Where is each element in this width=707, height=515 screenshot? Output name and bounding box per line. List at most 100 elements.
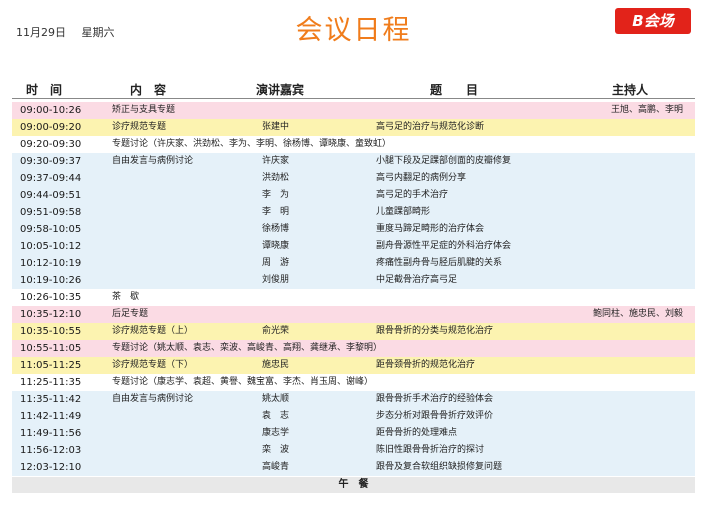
row-time: 12:03-12:10 bbox=[20, 462, 82, 473]
table-row: 12:03-12:10 高峻青 跟骨及复合软组织缺损修复问题 bbox=[12, 459, 695, 476]
row-subject: 疼痛性副舟骨与胫后肌腱的关系 bbox=[376, 258, 503, 268]
row-time: 11:35-11:42 bbox=[20, 394, 82, 405]
table-row: 11:25-11:35 专题讨论（康志学、袁超、黄譽、魏宝富、李杰、肖玉周、谢峰） bbox=[12, 374, 695, 391]
row-time: 10:35-10:55 bbox=[20, 326, 82, 337]
row-time: 09:00-10:26 bbox=[20, 105, 82, 116]
table-row: 11:35-11:42 自由发言与病例讨论 姚太顺 跟骨骨折手术治疗的经验体会 bbox=[12, 391, 695, 408]
lunch-bar: 午 餐 bbox=[12, 477, 695, 493]
table-row: 09:58-10:05 徐杨博 重度马蹄足畸形的治疗体会 bbox=[12, 221, 695, 238]
table-row: 10:05-10:12 谭晓康 副舟骨源性平足症的外科治疗体会 bbox=[12, 238, 695, 255]
table-row: 11:49-11:56 康志学 距骨骨折的处理难点 bbox=[12, 425, 695, 442]
table-row: 09:37-09:44 洪劲松 高弓内翻足的病例分享 bbox=[12, 170, 695, 187]
row-topic: 诊疗规范专题（上） bbox=[112, 326, 194, 336]
table-row: 10:12-10:19 周 游 疼痛性副舟骨与胫后肌腱的关系 bbox=[12, 255, 695, 272]
row-time: 09:58-10:05 bbox=[20, 224, 82, 235]
row-time: 09:37-09:44 bbox=[20, 173, 82, 184]
row-topic: 自由发言与病例讨论 bbox=[112, 394, 194, 404]
row-time: 11:05-11:25 bbox=[20, 360, 82, 371]
row-speaker: 袁 志 bbox=[262, 411, 290, 421]
row-subject: 高弓足的治疗与规范化诊断 bbox=[376, 122, 485, 132]
row-subject: 跟骨及复合软组织缺损修复问题 bbox=[376, 462, 503, 472]
table-header: 时 间 内 容 演讲嘉宾 题 目 主持人 bbox=[12, 81, 695, 98]
table-row: 10:55-11:05 专题讨论（姚太顺、袁志、栾波、高峻青、高翔、龚继承、李黎明… bbox=[12, 340, 695, 357]
row-time: 10:05-10:12 bbox=[20, 241, 82, 252]
column-header-subject: 题 目 bbox=[430, 83, 479, 97]
column-header-host: 主持人 bbox=[612, 83, 649, 97]
table-row: 11:05-11:25 诊疗规范专题（下） 施忠民 距骨颈骨折的规范化治疗 bbox=[12, 357, 695, 374]
header-divider-top bbox=[12, 98, 695, 99]
row-speaker: 高峻青 bbox=[262, 462, 290, 472]
row-time: 11:56-12:03 bbox=[20, 445, 82, 456]
row-topic: 诊疗规范专题（下） bbox=[112, 360, 194, 370]
row-time: 09:44-09:51 bbox=[20, 190, 82, 201]
table-row: 10:26-10:35 茶 歇 bbox=[12, 289, 695, 306]
column-header-topic: 内 容 bbox=[130, 83, 167, 97]
page-title: 会议日程 bbox=[295, 15, 412, 46]
row-host: 鲍同柱、施忠民、刘毅 bbox=[592, 309, 683, 319]
row-speaker: 康志学 bbox=[262, 428, 290, 438]
row-speaker: 徐杨博 bbox=[262, 224, 290, 234]
row-topic: 矫正与支具专题 bbox=[112, 105, 176, 115]
row-speaker: 姚太顺 bbox=[262, 394, 290, 404]
row-subject: 中足截骨治疗高弓足 bbox=[376, 275, 458, 285]
row-time: 09:20-09:30 bbox=[20, 139, 82, 150]
venue-badge: B会场 bbox=[615, 8, 691, 34]
row-subject: 步态分析对跟骨骨折疗效评价 bbox=[376, 411, 494, 421]
table-row: 10:35-10:55 诊疗规范专题（上） 俞光荣 跟骨骨折的分类与规范化治疗 bbox=[12, 323, 695, 340]
table-row: 09:51-09:58 李 明 儿童踝部畸形 bbox=[12, 204, 695, 221]
table-row: 09:30-09:37 自由发言与病例讨论 许庆家 小腿下段及足踝部创面的皮瓣修复 bbox=[12, 153, 695, 170]
row-speaker: 俞光荣 bbox=[262, 326, 290, 336]
row-topic: 茶 歇 bbox=[112, 292, 140, 302]
table-row: 09:00-09:20 诊疗规范专题 张建中 高弓足的治疗与规范化诊断 bbox=[12, 119, 695, 136]
row-topic: 诊疗规范专题 bbox=[112, 122, 167, 132]
row-speaker: 张建中 bbox=[262, 122, 290, 132]
table-row: 11:56-12:03 栾 波 陈旧性跟骨骨折治疗的探讨 bbox=[12, 442, 695, 459]
column-header-speaker: 演讲嘉宾 bbox=[256, 83, 305, 97]
row-topic: 后足专题 bbox=[112, 309, 149, 319]
row-speaker: 栾 波 bbox=[262, 445, 290, 455]
row-speaker: 许庆家 bbox=[262, 156, 290, 166]
row-time: 09:00-09:20 bbox=[20, 122, 82, 133]
row-topic: 专题讨论（姚太顺、袁志、栾波、高峻青、高翔、龚继承、李黎明） bbox=[112, 343, 383, 353]
row-time: 09:51-09:58 bbox=[20, 207, 82, 218]
row-subject: 高弓足的手术治疗 bbox=[376, 190, 449, 200]
row-speaker: 周 游 bbox=[262, 258, 290, 268]
row-time: 10:35-12:10 bbox=[20, 309, 82, 320]
row-time: 10:19-10:26 bbox=[20, 275, 82, 286]
row-speaker: 施忠民 bbox=[262, 360, 290, 370]
table-row: 10:19-10:26 刘俊朋 中足截骨治疗高弓足 bbox=[12, 272, 695, 289]
table-row: 09:20-09:30 专题讨论（许庆家、洪劲松、李为、李明、徐杨博、谭晓康、童致… bbox=[12, 136, 695, 153]
row-subject: 高弓内翻足的病例分享 bbox=[376, 173, 467, 183]
table-row: 09:44-09:51 李 为 高弓足的手术治疗 bbox=[12, 187, 695, 204]
row-time: 09:30-09:37 bbox=[20, 156, 82, 167]
row-subject: 距骨骨折的处理难点 bbox=[376, 428, 458, 438]
table-row: 10:35-12:10 后足专题 鲍同柱、施忠民、刘毅 bbox=[12, 306, 695, 323]
row-time: 10:26-10:35 bbox=[20, 292, 82, 303]
row-speaker: 刘俊朋 bbox=[262, 275, 290, 285]
table-row: 09:00-10:26 矫正与支具专题 王旭、高鹏、李明 bbox=[12, 102, 695, 119]
row-time: 11:42-11:49 bbox=[20, 411, 82, 422]
row-subject: 儿童踝部畸形 bbox=[376, 207, 431, 217]
row-time: 11:25-11:35 bbox=[20, 377, 82, 388]
row-speaker: 洪劲松 bbox=[262, 173, 290, 183]
row-speaker: 李 明 bbox=[262, 207, 290, 217]
row-topic: 专题讨论（康志学、袁超、黄譽、魏宝富、李杰、肖玉周、谢峰） bbox=[112, 377, 374, 387]
column-header-time: 时 间 bbox=[26, 83, 63, 97]
row-subject: 陈旧性跟骨骨折治疗的探讨 bbox=[376, 445, 485, 455]
table-row: 11:42-11:49 袁 志 步态分析对跟骨骨折疗效评价 bbox=[12, 408, 695, 425]
row-time: 11:49-11:56 bbox=[20, 428, 82, 439]
row-time: 10:12-10:19 bbox=[20, 258, 82, 269]
row-time: 10:55-11:05 bbox=[20, 343, 82, 354]
row-subject: 重度马蹄足畸形的治疗体会 bbox=[376, 224, 485, 234]
row-subject: 跟骨骨折的分类与规范化治疗 bbox=[376, 326, 494, 336]
row-topic: 自由发言与病例讨论 bbox=[112, 156, 194, 166]
row-subject: 跟骨骨折手术治疗的经验体会 bbox=[376, 394, 494, 404]
row-subject: 小腿下段及足踝部创面的皮瓣修复 bbox=[376, 156, 512, 166]
row-topic: 专题讨论（许庆家、洪劲松、李为、李明、徐杨博、谭晓康、童致虹） bbox=[112, 139, 392, 149]
row-speaker: 谭晓康 bbox=[262, 241, 290, 251]
row-host: 王旭、高鹏、李明 bbox=[610, 105, 683, 115]
schedule-rows: 09:00-10:26 矫正与支具专题 王旭、高鹏、李明 09:00-09:20 诊疗规… bbox=[12, 102, 695, 476]
row-subject: 距骨颈骨折的规范化治疗 bbox=[376, 360, 476, 370]
row-speaker: 李 为 bbox=[262, 190, 290, 200]
row-subject: 副舟骨源性平足症的外科治疗体会 bbox=[376, 241, 512, 251]
